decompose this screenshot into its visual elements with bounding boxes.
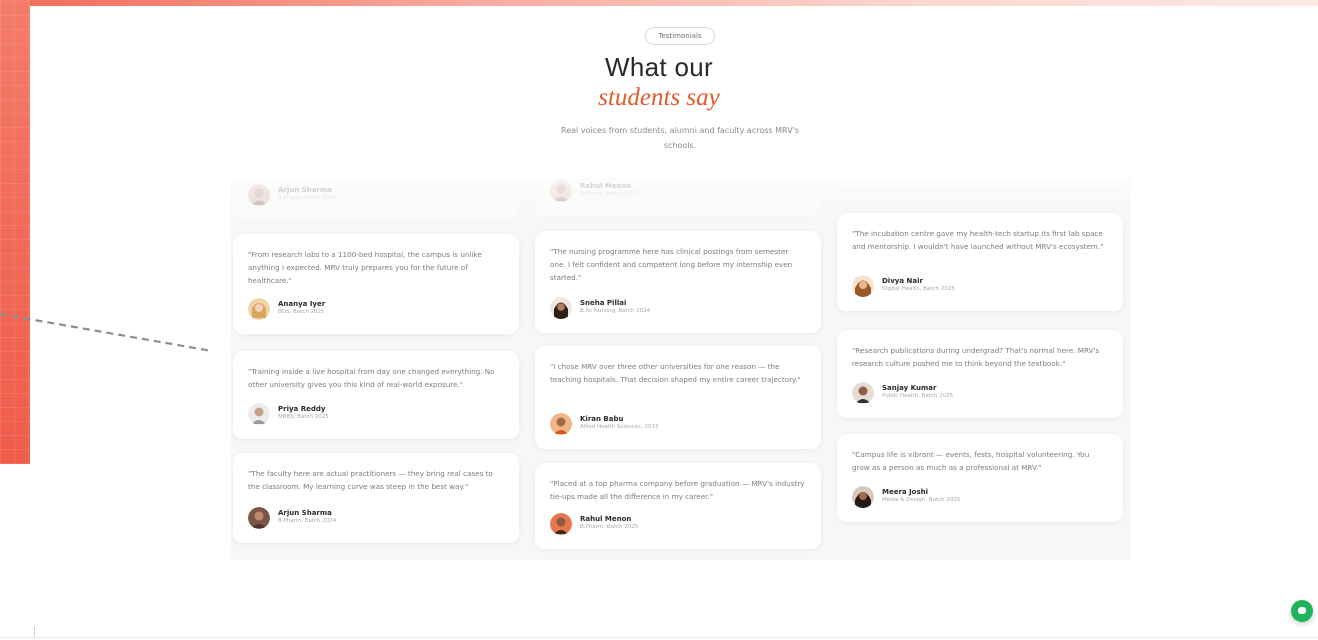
- author-role: B.Pharm, Batch 2025: [580, 524, 639, 530]
- testimonial-quote: "Research publications during undergrad?…: [852, 346, 1100, 368]
- testimonial-card: "I chose MRV over three other universiti…: [535, 346, 821, 449]
- author-role: Digital Health, Batch 2025: [882, 286, 955, 292]
- avatar: [248, 298, 270, 320]
- avatar: [852, 382, 874, 404]
- author-name: Priya Reddy: [278, 405, 326, 413]
- testimonials-board[interactable]: Arjun Sharma B.Pharm, Batch 2024 "From r…: [231, 178, 1131, 560]
- testimonial-card: "The incubation centre gave my health-te…: [837, 213, 1123, 311]
- author-role: B.Pharm, Batch 2024: [278, 518, 337, 524]
- testimonial-quote: "I chose MRV over three other universiti…: [550, 362, 801, 384]
- author-name: Arjun Sharma: [278, 186, 332, 194]
- author-name: Divya Nair: [882, 277, 923, 285]
- section-headline-accent: students say: [598, 84, 720, 111]
- testimonial-card: "Research publications during undergrad?…: [837, 330, 1123, 418]
- testimonial-card: Arjun Sharma B.Pharm, Batch 2024: [233, 178, 519, 220]
- testimonial-quote: "Placed at a top pharma company before g…: [550, 479, 805, 501]
- top-accent-band: [0, 0, 1318, 6]
- chat-button[interactable]: [1291, 600, 1313, 622]
- avatar: [550, 513, 572, 535]
- author-name: Sneha Pillai: [580, 299, 627, 307]
- testimonial-card: "Campus life is vibrant — events, fests,…: [837, 434, 1123, 522]
- author-role: Public Health, Batch 2025: [882, 393, 954, 399]
- testimonial-quote: "Training inside a live hospital from da…: [248, 367, 495, 389]
- author-role: B.Sc Nursing, Batch 2024: [580, 308, 651, 314]
- testimonial-card: "The nursing programme here has clinical…: [535, 231, 821, 333]
- chat-bubble-icon: [1298, 607, 1306, 614]
- avatar: [550, 413, 572, 435]
- author-name: Arjun Sharma: [278, 509, 332, 517]
- author-name: Sanjay Kumar: [882, 384, 937, 392]
- testimonial-quote: "The nursing programme here has clinical…: [550, 247, 793, 282]
- author-name: Meera Joshi: [882, 488, 929, 496]
- testimonial-quote: "The incubation centre gave my health-te…: [852, 229, 1104, 251]
- testimonial-card: [837, 178, 1123, 190]
- divider: [0, 637, 1318, 638]
- author-name: Rahul Menon: [580, 515, 632, 523]
- avatar: [852, 275, 874, 297]
- avatar: [550, 297, 572, 319]
- author-role: Media & Design, Batch 2025: [882, 497, 961, 503]
- author-name: Rahul Menon: [580, 182, 632, 190]
- testimonial-quote: "The faculty here are actual practitione…: [248, 469, 493, 491]
- author-name: Kiran Babu: [580, 415, 624, 423]
- testimonial-quote: "Campus life is vibrant — events, fests,…: [852, 450, 1090, 472]
- avatar: [248, 507, 270, 529]
- testimonial-card: "Training inside a live hospital from da…: [233, 351, 519, 439]
- testimonial-card: Rahul Menon B.Pharm, Batch 2025: [535, 178, 821, 216]
- avatar: [248, 403, 270, 425]
- dashed-connector-line: [0, 312, 213, 353]
- avatar: [550, 180, 572, 202]
- avatar: [248, 184, 270, 206]
- testimonial-card: "From research labs to a 1100-bed hospit…: [233, 234, 519, 334]
- author-role: Allied Health Sciences, 2023: [580, 424, 659, 430]
- testimonial-card: "The faculty here are actual practitione…: [233, 453, 519, 543]
- divider: [34, 626, 35, 637]
- author-name: Ananya Iyer: [278, 300, 326, 308]
- section-headline: What our: [605, 52, 713, 82]
- author-role: BDS, Batch 2025: [278, 309, 325, 315]
- author-role: B.Pharm, Batch 2025: [580, 191, 639, 197]
- avatar: [852, 486, 874, 508]
- author-role: B.Pharm, Batch 2024: [278, 195, 337, 201]
- section-subtitle: Real voices from students, alumni and fa…: [561, 126, 799, 150]
- author-role: MBBS, Batch 2025: [278, 414, 329, 420]
- section-tag: Testimonials: [645, 27, 715, 45]
- testimonial-card: "Placed at a top pharma company before g…: [535, 463, 821, 549]
- testimonial-quote: "From research labs to a 1100-bed hospit…: [248, 250, 482, 285]
